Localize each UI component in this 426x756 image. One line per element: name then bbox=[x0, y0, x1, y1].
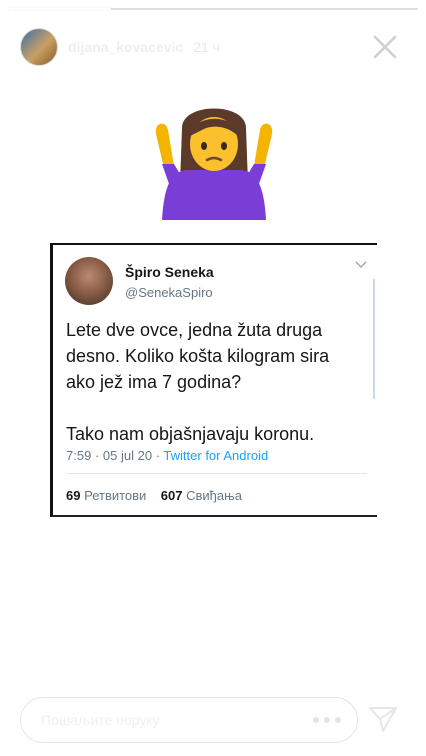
tweet-stats: 69 Ретвитови 607 Свиђања bbox=[66, 488, 242, 503]
story-progress-fill bbox=[8, 8, 111, 10]
send-icon[interactable] bbox=[368, 705, 398, 733]
tweet-author-handle: @SenekaSpiro bbox=[125, 285, 213, 300]
retweets-label: Ретвитови bbox=[84, 488, 147, 503]
username[interactable]: dijana_kovacevic bbox=[68, 39, 183, 55]
more-icon bbox=[313, 717, 319, 723]
person-shrugging-emoji bbox=[155, 108, 273, 220]
tweet-text: Lete dve ovce, jedna žuta druga desno. K… bbox=[66, 320, 330, 444]
scrollbar bbox=[373, 279, 375, 399]
divider bbox=[66, 473, 367, 474]
story-header: dijana_kovacevic 21 ч bbox=[20, 28, 414, 66]
reply-placeholder: Пошаљите поруку bbox=[41, 712, 160, 728]
tweet-time: 7:59 bbox=[66, 448, 92, 463]
likes-label: Свиђања bbox=[186, 488, 242, 503]
tweet-meta: 7:59 · 05 jul 20 · Twitter for Android bbox=[66, 448, 268, 463]
meta-separator: · bbox=[94, 448, 100, 463]
chevron-down-icon bbox=[355, 261, 367, 269]
story-time: 21 ч bbox=[193, 39, 220, 55]
tweet-date: 05 jul 20 bbox=[102, 448, 153, 463]
tweet-client: Twitter for Android bbox=[163, 448, 269, 463]
tweet-avatar bbox=[65, 257, 113, 305]
avatar[interactable] bbox=[20, 28, 58, 66]
retweets-count: 69 bbox=[66, 488, 81, 503]
more-icon-dot bbox=[335, 717, 341, 723]
more-icon-dot bbox=[324, 717, 330, 723]
tweet-author-name: Špiro Seneka bbox=[125, 264, 214, 280]
likes-count: 607 bbox=[160, 488, 183, 503]
story-progress-bar bbox=[8, 8, 418, 10]
tweet-card[interactable]: Špiro Seneka @SenekaSpiro Lete dve ovce,… bbox=[50, 243, 377, 517]
close-icon bbox=[373, 35, 397, 59]
meta-separator: · bbox=[155, 448, 161, 463]
reply-input[interactable]: Пошаљите поруку bbox=[20, 697, 358, 743]
more-button[interactable] bbox=[313, 708, 341, 732]
close-button[interactable] bbox=[368, 30, 402, 64]
